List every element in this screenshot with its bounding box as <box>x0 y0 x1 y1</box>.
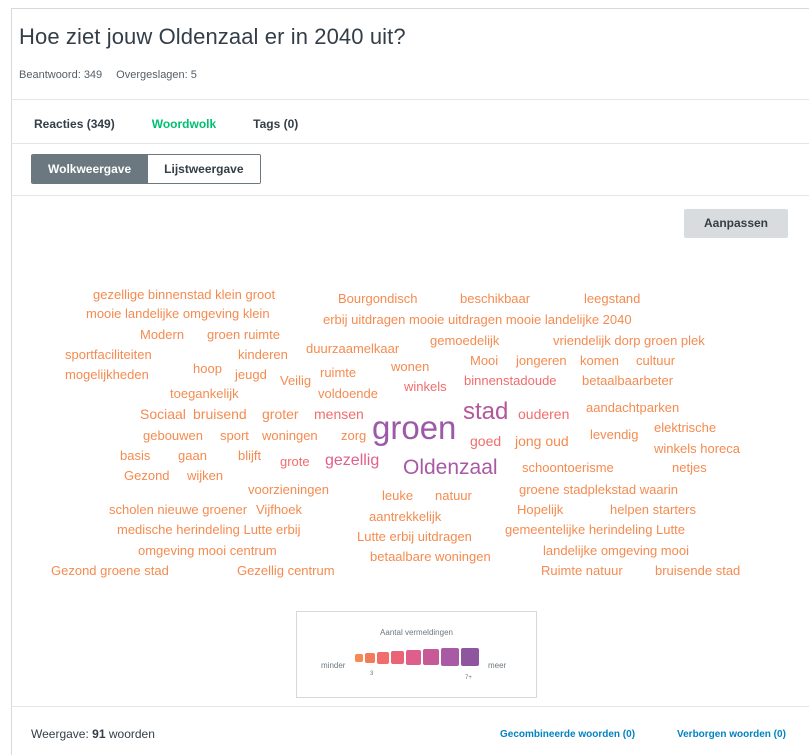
legend-title: Aantal vermeldingen <box>380 628 453 637</box>
cloud-word[interactable]: omgeving mooi centrum <box>138 544 277 557</box>
legend-min-label: minder <box>321 661 346 670</box>
cloud-word[interactable]: grote <box>280 455 310 468</box>
cloud-word[interactable]: beschikbaar <box>460 292 530 305</box>
cloud-word[interactable]: Modern <box>140 328 184 341</box>
cloud-word[interactable]: Hopelijk <box>517 503 563 516</box>
cloud-word[interactable]: Gezond <box>124 469 170 482</box>
cloud-word[interactable]: gebouwen <box>143 429 203 442</box>
cloud-word[interactable]: sportfaciliteiten <box>65 348 152 361</box>
cloud-word[interactable]: hoop <box>193 362 222 375</box>
cloud-word[interactable]: Gezond groene stad <box>51 564 169 577</box>
legend-swatch <box>391 651 404 664</box>
legend-swatch <box>377 652 389 664</box>
cloud-word[interactable]: leuke <box>382 489 413 502</box>
cloud-word[interactable]: bruisende stad <box>655 564 740 577</box>
cloud-word[interactable]: Ruimte natuur <box>541 564 623 577</box>
cloud-word[interactable]: gemoedelijk <box>430 334 499 347</box>
cloud-word[interactable]: jongeren <box>516 354 567 367</box>
legend-min-tick: 3 <box>370 671 374 677</box>
cloud-word[interactable]: Vijfhoek <box>256 503 302 516</box>
cloud-word[interactable]: goed <box>470 434 501 448</box>
cloud-word[interactable]: groter <box>262 407 299 421</box>
cloud-word[interactable]: blijft <box>238 449 261 462</box>
combined-words-link[interactable]: Gecombineerde woorden (0) <box>500 729 635 740</box>
hidden-words-link[interactable]: Verborgen woorden (0) <box>677 729 786 740</box>
cloud-word[interactable]: bruisend <box>193 407 247 421</box>
legend-max-tick: 7+ <box>465 675 472 681</box>
cloud-word[interactable]: woningen <box>262 429 318 442</box>
cloud-word[interactable]: Oldenzaal <box>403 457 498 478</box>
legend-max-label: meer <box>488 661 507 670</box>
cloud-word[interactable]: mensen <box>314 407 364 421</box>
word-cloud: gezellige binnenstad klein groot Bourgon… <box>0 0 809 600</box>
cloud-word[interactable]: voldoende <box>318 387 378 400</box>
cloud-word[interactable]: cultuur <box>636 354 675 367</box>
cloud-word[interactable]: mooie landelijke omgeving klein <box>86 307 270 320</box>
cloud-word[interactable]: helpen starters <box>610 503 696 516</box>
cloud-word[interactable]: ouderen <box>518 407 569 421</box>
divider <box>11 706 809 707</box>
cloud-word[interactable]: Mooi <box>470 354 498 367</box>
cloud-word[interactable]: landelijke omgeving mooi <box>543 544 689 557</box>
word-count-prefix: Weergave: <box>31 727 93 741</box>
frequency-legend: Aantal vermeldingen minder meer 3 7+ <box>296 611 537 698</box>
legend-swatch <box>365 653 375 663</box>
cloud-word[interactable]: kinderen <box>238 348 288 361</box>
cloud-word[interactable]: groene stadplekstad waarin <box>519 483 678 496</box>
cloud-word[interactable]: netjes <box>672 461 707 474</box>
cloud-word[interactable]: voorzieningen <box>248 483 329 496</box>
cloud-word[interactable]: mogelijkheden <box>65 368 149 381</box>
cloud-word[interactable]: gezellige binnenstad klein groot <box>93 288 275 301</box>
cloud-word[interactable]: Gezellig centrum <box>237 564 335 577</box>
cloud-word[interactable]: leegstand <box>584 292 640 305</box>
legend-swatch <box>406 650 421 665</box>
cloud-word[interactable]: schoontoerisme <box>522 461 614 474</box>
cloud-word[interactable]: Lutte erbij uitdragen <box>357 530 472 543</box>
cloud-word[interactable]: elektrische <box>654 421 716 434</box>
cloud-word[interactable]: toegankelijk <box>170 387 239 400</box>
cloud-word[interactable]: jong oud <box>515 434 569 448</box>
legend-swatch <box>355 654 363 662</box>
cloud-word[interactable]: Sociaal <box>140 407 186 421</box>
cloud-word[interactable]: wonen <box>391 360 429 373</box>
cloud-word[interactable]: gemeentelijke herindeling Lutte <box>505 523 685 536</box>
legend-swatch <box>461 648 479 666</box>
cloud-word[interactable]: scholen nieuwe groener <box>109 503 247 516</box>
cloud-word[interactable]: aantrekkelijk <box>369 510 441 523</box>
cloud-word[interactable]: Bourgondisch <box>338 292 418 305</box>
legend-swatch <box>441 648 459 666</box>
cloud-word[interactable]: betaalbaarbeter <box>582 374 673 387</box>
cloud-word[interactable]: jeugd <box>235 368 267 381</box>
cloud-word[interactable]: betaalbare woningen <box>370 550 491 563</box>
cloud-word[interactable]: gaan <box>178 449 207 462</box>
cloud-word[interactable]: basis <box>120 449 150 462</box>
cloud-word[interactable]: wijken <box>187 469 223 482</box>
cloud-word[interactable]: levendig <box>590 428 638 441</box>
cloud-word[interactable]: aandachtparken <box>586 401 679 414</box>
word-count: Weergave: 91 woorden <box>31 727 155 741</box>
cloud-word[interactable]: stad <box>463 400 508 424</box>
cloud-word[interactable]: erbij uitdragen mooie uitdragen mooie la… <box>323 313 632 326</box>
cloud-word[interactable]: ruimte <box>320 366 356 379</box>
cloud-word[interactable]: groen ruimte <box>207 328 280 341</box>
cloud-word[interactable]: duurzaamelkaar <box>306 342 399 355</box>
word-count-value: 91 <box>92 727 106 741</box>
cloud-word[interactable]: Veilig <box>280 374 311 387</box>
cloud-word[interactable]: medische herindeling Lutte erbij <box>117 523 301 536</box>
cloud-word[interactable]: natuur <box>435 489 472 502</box>
cloud-word[interactable]: sport <box>220 429 249 442</box>
cloud-word[interactable]: winkels horeca <box>654 442 740 455</box>
cloud-word[interactable]: winkels <box>404 380 447 393</box>
cloud-word[interactable]: komen <box>580 354 619 367</box>
cloud-word[interactable]: gezellig <box>325 453 379 469</box>
word-count-suffix: woorden <box>105 727 155 741</box>
cloud-word[interactable]: groen <box>372 411 456 444</box>
cloud-word[interactable]: zorg <box>341 429 366 442</box>
cloud-word[interactable]: binnenstadoude <box>464 374 557 387</box>
cloud-word[interactable]: vriendelijk dorp groen plek <box>553 334 705 347</box>
legend-swatch <box>423 649 439 665</box>
